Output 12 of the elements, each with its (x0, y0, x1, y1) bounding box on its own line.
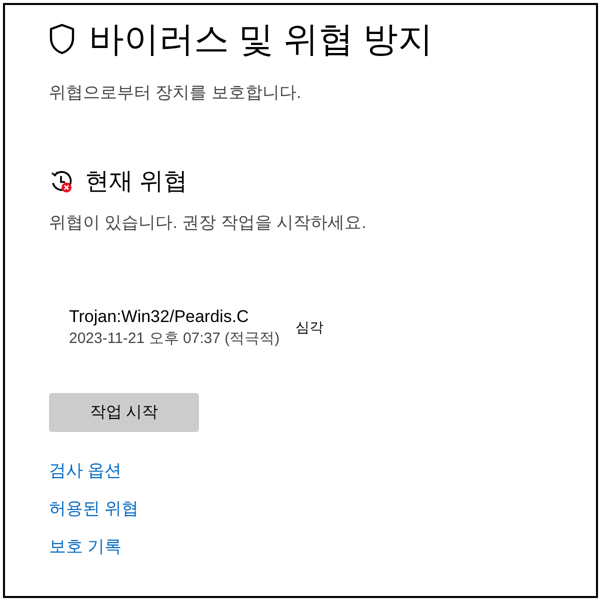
link[interactable]: 허용된 위협 (49, 496, 139, 522)
start-actions-button[interactable]: 작업 시작 (49, 393, 199, 432)
shield-icon (49, 23, 75, 55)
threat-name: Trojan:Win32/Peardis.C (69, 306, 250, 328)
section-heading: 현재 위협 (85, 166, 188, 196)
threat-severity: 심각 (296, 318, 324, 336)
threat-date: 2023-11-21 오후 07:37 (적극적) (69, 329, 280, 349)
page-title: 바이러스 및 위협 방지 (89, 22, 434, 56)
page-subtitle: 위협으로부터 장치를 보호합니다. (49, 82, 302, 104)
threat-message: 위협이 있습니다. 권장 작업을 시작하세요. (49, 212, 368, 234)
link[interactable]: 검사 옵션 (49, 458, 122, 484)
link[interactable]: 보호 기록 (49, 534, 122, 560)
